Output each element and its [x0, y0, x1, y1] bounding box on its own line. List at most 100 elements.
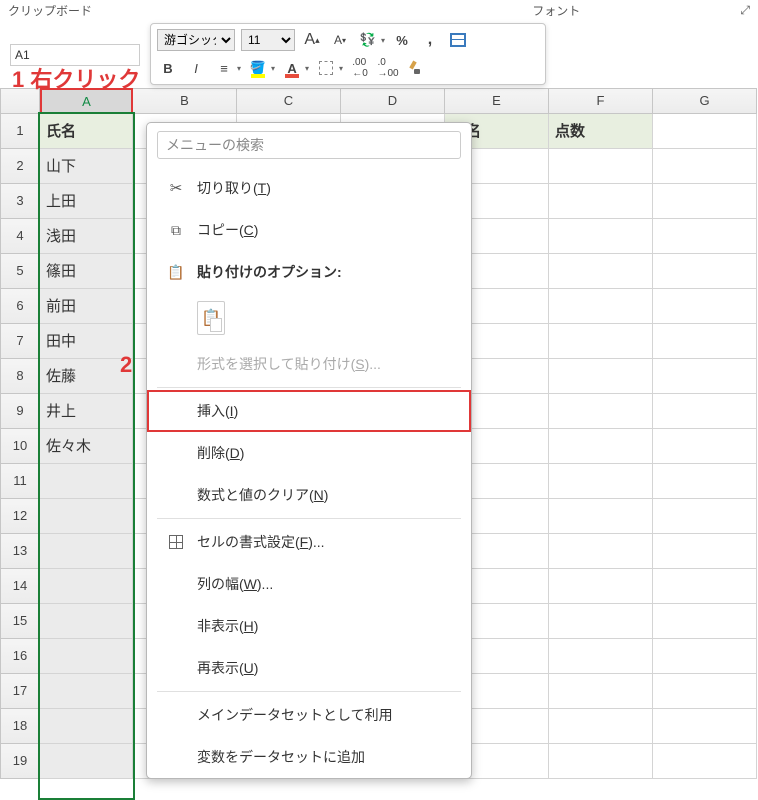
- cell-G15[interactable]: [653, 604, 757, 639]
- cell-F17[interactable]: [549, 674, 653, 709]
- fill-color-icon[interactable]: 🪣: [247, 57, 269, 79]
- row-header[interactable]: 14: [0, 569, 40, 604]
- increase-font-icon[interactable]: A▴: [301, 29, 323, 51]
- cell-G2[interactable]: [653, 149, 757, 184]
- row-header[interactable]: 10: [0, 429, 40, 464]
- borders-icon[interactable]: [315, 57, 337, 79]
- chevron-down-icon[interactable]: ▾: [339, 64, 343, 73]
- cell-G5[interactable]: [653, 254, 757, 289]
- row-header[interactable]: 8: [0, 359, 40, 394]
- column-header-F[interactable]: F: [549, 88, 653, 114]
- cell-F8[interactable]: [549, 359, 653, 394]
- row-header[interactable]: 12: [0, 499, 40, 534]
- cell-A6[interactable]: 前田: [40, 289, 133, 324]
- decrease-font-icon[interactable]: A▾: [329, 29, 351, 51]
- accounting-format-icon[interactable]: 💱: [357, 29, 379, 51]
- row-header[interactable]: 6: [0, 289, 40, 324]
- cell-G8[interactable]: [653, 359, 757, 394]
- cell-F13[interactable]: [549, 534, 653, 569]
- row-header[interactable]: 16: [0, 639, 40, 674]
- column-header-B[interactable]: B: [133, 88, 237, 114]
- cell-G7[interactable]: [653, 324, 757, 359]
- menu-item-format_cells[interactable]: セルの書式設定(F)...: [147, 521, 471, 563]
- cell-A12[interactable]: [40, 499, 133, 534]
- table-format-icon[interactable]: [447, 29, 469, 51]
- cell-A10[interactable]: 佐々木: [40, 429, 133, 464]
- cell-F2[interactable]: [549, 149, 653, 184]
- row-header[interactable]: 13: [0, 534, 40, 569]
- dialog-launcher-icon[interactable]: ⤢: [740, 3, 750, 18]
- menu-item-clear[interactable]: 数式と値のクリア(N): [147, 474, 471, 516]
- comma-format-icon[interactable]: ,: [419, 29, 441, 51]
- cell-F16[interactable]: [549, 639, 653, 674]
- cell-A2[interactable]: 山下: [40, 149, 133, 184]
- chevron-down-icon[interactable]: ▾: [237, 64, 241, 73]
- row-header[interactable]: 7: [0, 324, 40, 359]
- cell-A19[interactable]: [40, 744, 133, 779]
- cell-A14[interactable]: [40, 569, 133, 604]
- cell-G19[interactable]: [653, 744, 757, 779]
- cell-A9[interactable]: 井上: [40, 394, 133, 429]
- cell-F1[interactable]: 点数: [549, 114, 653, 149]
- menu-item-unhide[interactable]: 再表示(U): [147, 647, 471, 689]
- column-header-E[interactable]: E: [445, 88, 549, 114]
- font-name-select[interactable]: 游ゴシック: [157, 29, 235, 51]
- menu-item-copy[interactable]: ⧉コピー(C): [147, 209, 471, 251]
- cell-F11[interactable]: [549, 464, 653, 499]
- cell-A1[interactable]: 氏名: [40, 114, 133, 149]
- cell-F7[interactable]: [549, 324, 653, 359]
- cell-A18[interactable]: [40, 709, 133, 744]
- cell-F6[interactable]: [549, 289, 653, 324]
- cell-A4[interactable]: 浅田: [40, 219, 133, 254]
- cell-A11[interactable]: [40, 464, 133, 499]
- decrease-decimal-icon[interactable]: .00←0: [349, 57, 371, 79]
- row-header[interactable]: 19: [0, 744, 40, 779]
- column-header-C[interactable]: C: [237, 88, 341, 114]
- menu-item-main_dataset[interactable]: メインデータセットとして利用: [147, 694, 471, 736]
- cell-G3[interactable]: [653, 184, 757, 219]
- chevron-down-icon[interactable]: ▾: [305, 64, 309, 73]
- row-header[interactable]: 11: [0, 464, 40, 499]
- format-painter-icon[interactable]: [405, 57, 427, 79]
- menu-item-paste_options[interactable]: 📋貼り付けのオプション:: [147, 251, 471, 293]
- percent-format-icon[interactable]: %: [391, 29, 413, 51]
- row-header[interactable]: 3: [0, 184, 40, 219]
- cell-F9[interactable]: [549, 394, 653, 429]
- menu-item-cut[interactable]: ✂切り取り(T): [147, 167, 471, 209]
- menu-item-hide[interactable]: 非表示(H): [147, 605, 471, 647]
- cell-F12[interactable]: [549, 499, 653, 534]
- cell-A17[interactable]: [40, 674, 133, 709]
- column-header-D[interactable]: D: [341, 88, 445, 114]
- cell-A5[interactable]: 篠田: [40, 254, 133, 289]
- increase-decimal-icon[interactable]: .0→00: [377, 57, 399, 79]
- row-header[interactable]: 18: [0, 709, 40, 744]
- cell-G9[interactable]: [653, 394, 757, 429]
- paste-option-chip[interactable]: 📋: [147, 293, 471, 343]
- cell-F18[interactable]: [549, 709, 653, 744]
- cell-F15[interactable]: [549, 604, 653, 639]
- cell-G17[interactable]: [653, 674, 757, 709]
- menu-item-insert[interactable]: 挿入(I): [147, 390, 471, 432]
- cell-G13[interactable]: [653, 534, 757, 569]
- row-header[interactable]: 4: [0, 219, 40, 254]
- cell-A16[interactable]: [40, 639, 133, 674]
- cell-F3[interactable]: [549, 184, 653, 219]
- cell-G11[interactable]: [653, 464, 757, 499]
- cell-G18[interactable]: [653, 709, 757, 744]
- column-header-G[interactable]: G: [653, 88, 757, 114]
- row-header[interactable]: 2: [0, 149, 40, 184]
- cell-F10[interactable]: [549, 429, 653, 464]
- cell-A3[interactable]: 上田: [40, 184, 133, 219]
- cell-G1[interactable]: [653, 114, 757, 149]
- row-header[interactable]: 17: [0, 674, 40, 709]
- cell-F5[interactable]: [549, 254, 653, 289]
- cell-G14[interactable]: [653, 569, 757, 604]
- align-icon[interactable]: ≡: [213, 57, 235, 79]
- cell-F19[interactable]: [549, 744, 653, 779]
- menu-item-col_width[interactable]: 列の幅(W)...: [147, 563, 471, 605]
- menu-search-input[interactable]: メニューの検索: [157, 131, 461, 159]
- row-header[interactable]: 15: [0, 604, 40, 639]
- menu-item-add_var[interactable]: 変数をデータセットに追加: [147, 736, 471, 778]
- font-color-icon[interactable]: A: [281, 57, 303, 79]
- chevron-down-icon[interactable]: ▾: [381, 36, 385, 45]
